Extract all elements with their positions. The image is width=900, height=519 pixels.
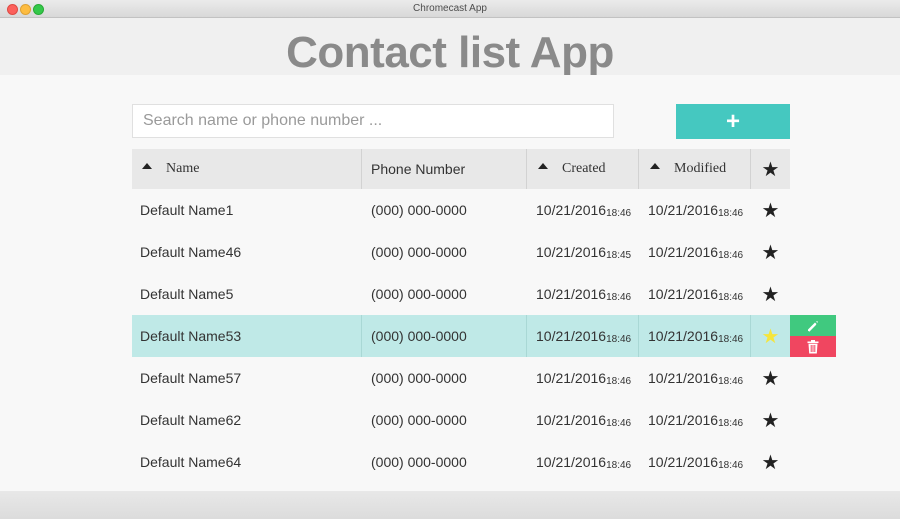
sort-up-icon xyxy=(142,163,152,169)
table-header: Name Phone Number Created Modified ★ xyxy=(132,149,790,189)
window-footer xyxy=(0,491,900,519)
star-icon: ★ xyxy=(761,241,780,264)
star-icon: ★ xyxy=(761,199,780,222)
star-icon: ★ xyxy=(761,158,780,181)
favorite-toggle[interactable]: ★ xyxy=(751,399,790,441)
created-cell: 10/21/2016 18:46 xyxy=(536,286,632,303)
contact-phone: (000) 000-0000 xyxy=(371,412,467,428)
contact-name: Default Name64 xyxy=(140,454,242,470)
sort-up-icon xyxy=(538,163,548,169)
favorite-toggle[interactable]: ★ xyxy=(751,273,790,315)
table-row[interactable]: Default Name46 (000) 000-0000 10/21/2016… xyxy=(132,231,790,273)
contact-phone: (000) 000-0000 xyxy=(371,202,467,218)
favorite-toggle[interactable]: ★ xyxy=(751,231,790,273)
header-phone[interactable]: Phone Number xyxy=(362,149,527,189)
table-row[interactable]: Default Name57 (000) 000-0000 10/21/2016… xyxy=(132,357,790,399)
created-cell: 10/21/2016 18:46 xyxy=(536,370,632,387)
window-title: Chromecast App xyxy=(413,3,487,14)
contact-name: Default Name57 xyxy=(140,370,242,386)
created-cell: 10/21/2016 18:45 xyxy=(536,244,632,261)
contact-phone: (000) 000-0000 xyxy=(362,315,527,357)
plus-icon: + xyxy=(725,107,740,135)
table-row[interactable]: Default Name5 (000) 000-0000 10/21/2016 1… xyxy=(132,273,790,315)
pencil-icon xyxy=(808,320,818,332)
created-cell: 10/21/2016 18:46 xyxy=(536,412,632,429)
table-row[interactable]: Default Name1 (000) 000-0000 10/21/2016 1… xyxy=(132,189,790,231)
favorite-toggle[interactable]: ★ xyxy=(751,189,790,231)
modified-cell: 10/21/2016 18:46 xyxy=(648,244,744,261)
window-titlebar: Chromecast App xyxy=(0,0,900,18)
header-created[interactable]: Created xyxy=(527,149,639,189)
created-cell: 10/21/2016 18:46 xyxy=(527,315,639,357)
header-modified[interactable]: Modified xyxy=(639,149,751,189)
contact-name: Default Name53 xyxy=(132,315,362,357)
favorite-toggle[interactable]: ★ xyxy=(751,441,790,483)
contact-name: Default Name62 xyxy=(140,412,242,428)
favorite-toggle[interactable]: ★ xyxy=(751,315,790,357)
search-input[interactable] xyxy=(132,104,614,138)
sort-up-icon xyxy=(650,163,660,169)
modified-cell: 10/21/2016 18:46 xyxy=(639,315,751,357)
created-cell: 10/21/2016 18:46 xyxy=(536,454,632,471)
star-icon: ★ xyxy=(761,325,780,348)
contact-phone: (000) 000-0000 xyxy=(371,454,467,470)
edit-button[interactable] xyxy=(790,315,836,336)
contact-name: Default Name1 xyxy=(140,202,234,218)
contact-phone: (000) 000-0000 xyxy=(371,286,467,302)
contact-name: Default Name46 xyxy=(140,244,242,260)
contact-phone: (000) 000-0000 xyxy=(371,370,467,386)
delete-button[interactable] xyxy=(790,336,836,357)
table-row-selected[interactable]: Default Name53 (000) 000-0000 10/21/2016… xyxy=(132,315,836,357)
modified-cell: 10/21/2016 18:46 xyxy=(648,454,744,471)
favorite-toggle[interactable]: ★ xyxy=(751,357,790,399)
app-title: Contact list App xyxy=(286,28,614,77)
contact-phone: (000) 000-0000 xyxy=(371,244,467,260)
created-cell: 10/21/2016 18:46 xyxy=(536,202,632,219)
modified-cell: 10/21/2016 18:46 xyxy=(648,412,744,429)
star-icon: ★ xyxy=(761,409,780,432)
star-icon: ★ xyxy=(761,367,780,390)
table-row[interactable]: Default Name62 (000) 000-0000 10/21/2016… xyxy=(132,399,790,441)
contact-table: Name Phone Number Created Modified ★ Def… xyxy=(132,149,836,483)
trash-icon xyxy=(807,339,819,353)
add-contact-button[interactable]: + xyxy=(676,104,790,139)
star-icon: ★ xyxy=(761,283,780,306)
star-icon: ★ xyxy=(761,451,780,474)
header-favorite[interactable]: ★ xyxy=(751,149,790,189)
row-actions xyxy=(790,315,836,357)
header-name[interactable]: Name xyxy=(132,149,362,189)
modified-cell: 10/21/2016 18:46 xyxy=(648,370,744,387)
modified-cell: 10/21/2016 18:46 xyxy=(648,202,744,219)
contact-name: Default Name5 xyxy=(140,286,234,302)
modified-cell: 10/21/2016 18:46 xyxy=(648,286,744,303)
table-row[interactable]: Default Name64 (000) 000-0000 10/21/2016… xyxy=(132,441,790,483)
